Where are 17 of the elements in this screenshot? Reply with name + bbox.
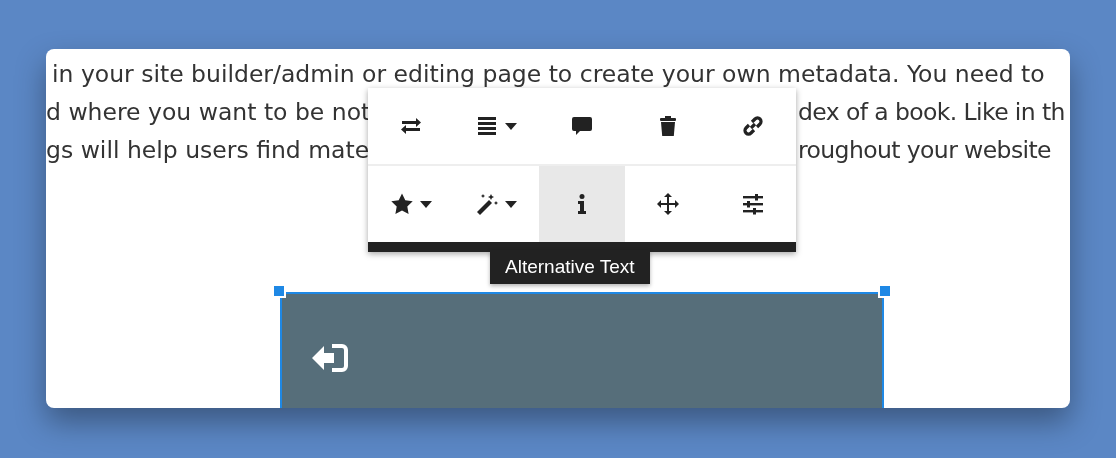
link-icon — [741, 114, 766, 138]
sign-in-arrow-icon — [310, 342, 350, 374]
tooltip: Alternative Text — [490, 250, 650, 284]
magic-wand-icon — [475, 192, 500, 216]
paragraph-text: dex of a book. Like in th — [798, 98, 1065, 126]
move-arrows-icon — [655, 192, 680, 216]
caret-icon — [505, 200, 518, 208]
paragraph-text: in your site builder/admin or editing page to create your own metadata. You need to — [51, 60, 1045, 88]
toolbar-button[interactable] — [710, 88, 796, 164]
comment-icon — [570, 114, 594, 138]
resize-handle[interactable] — [878, 284, 892, 298]
sliders-icon — [741, 192, 766, 216]
star-icon — [389, 192, 414, 216]
caret-icon — [419, 200, 432, 208]
resize-handle[interactable] — [272, 284, 286, 298]
paragraph-text: roughout your website — [798, 136, 1051, 164]
caret-icon — [505, 122, 518, 130]
